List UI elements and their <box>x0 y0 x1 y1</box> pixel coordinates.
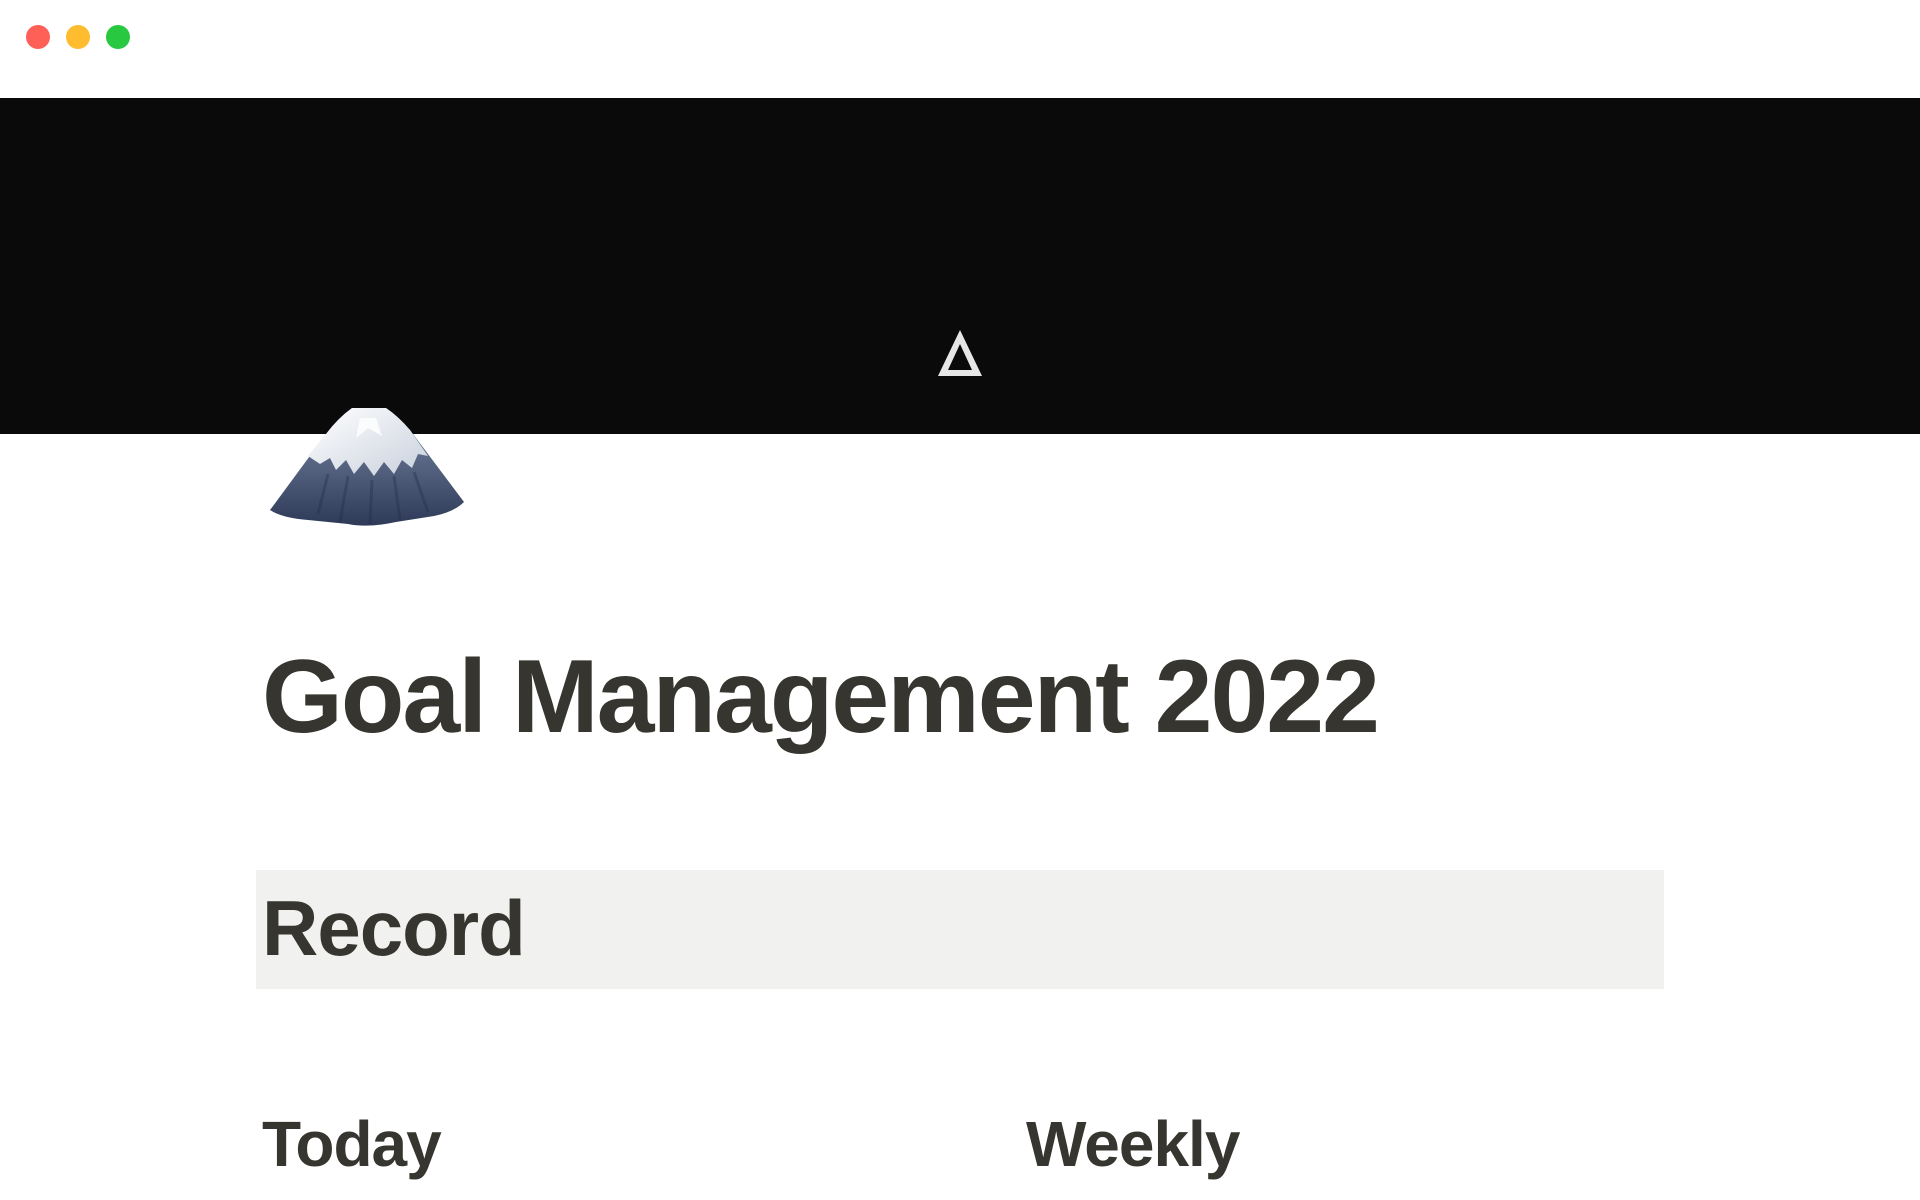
weekly-heading[interactable]: Weekly <box>1026 1108 1240 1182</box>
page-title[interactable]: Goal Management 2022 <box>262 640 1380 755</box>
record-heading[interactable]: Record <box>262 884 526 974</box>
title-bar <box>0 0 1920 98</box>
maximize-window-button[interactable] <box>106 25 130 49</box>
app-window: Goal Management 2022 Record Today Weekly <box>0 0 1920 1200</box>
mountain-fuji-icon[interactable] <box>268 404 468 530</box>
close-window-button[interactable] <box>26 25 50 49</box>
page-cover[interactable] <box>0 98 1920 434</box>
today-heading[interactable]: Today <box>262 1108 442 1182</box>
delta-logo-icon <box>938 330 982 376</box>
minimize-window-button[interactable] <box>66 25 90 49</box>
record-callout[interactable]: Record <box>256 870 1664 989</box>
